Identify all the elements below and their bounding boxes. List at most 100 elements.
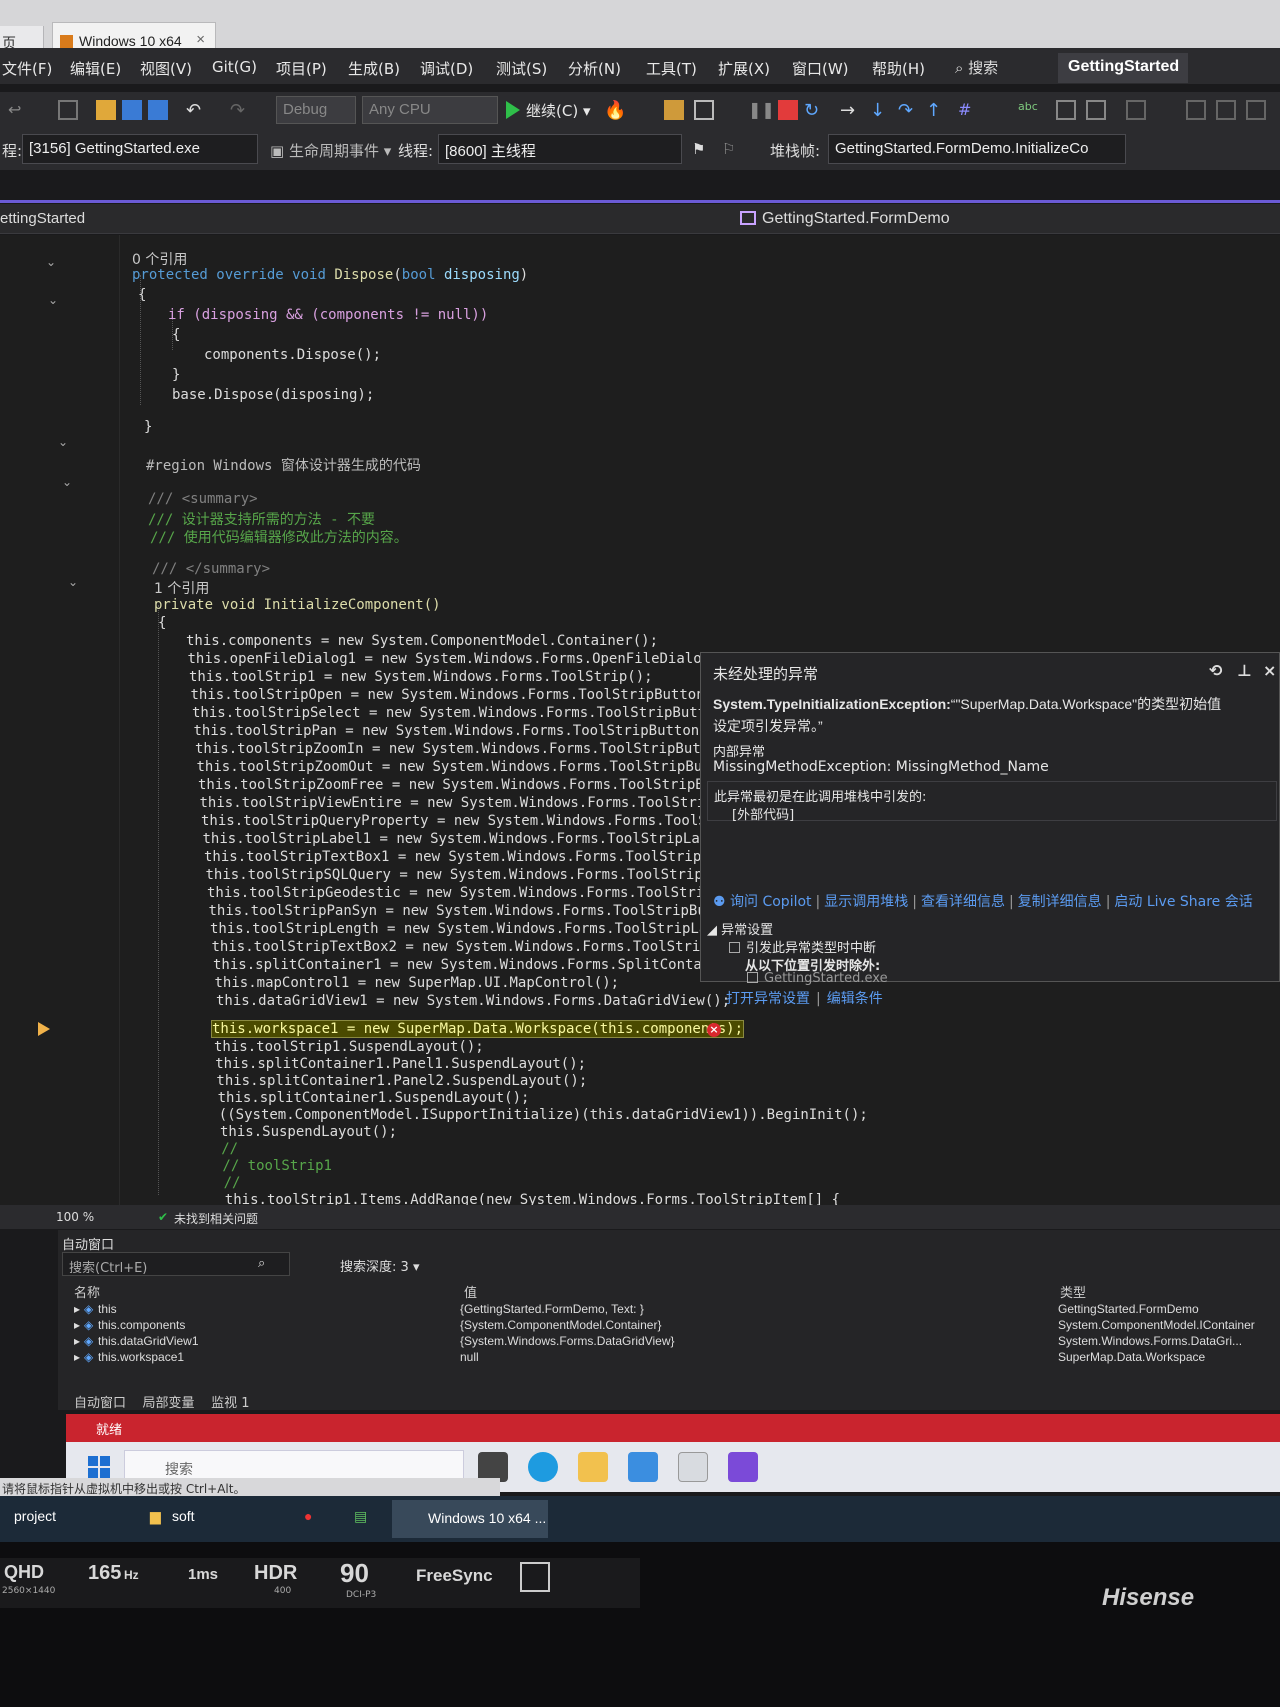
undo-icon[interactable]: ↶ — [186, 100, 206, 121]
windows-start-icon[interactable] — [88, 1456, 110, 1478]
view-details-link[interactable]: 查看详细信息 — [921, 894, 1005, 910]
continue-button[interactable]: 继续(C) ▾ — [506, 100, 591, 121]
bookmark-icon[interactable] — [1186, 100, 1206, 120]
menu-debug[interactable]: 调试(D) — [420, 58, 473, 79]
step-out-icon[interactable]: ↑ — [926, 100, 946, 121]
open-folder-icon[interactable] — [96, 100, 116, 120]
menu-extensions[interactable]: 扩展(X) — [718, 58, 770, 79]
close-icon[interactable]: × — [196, 31, 205, 48]
thread-select[interactable]: [8600] 主线程 — [438, 134, 682, 164]
codelens-references[interactable]: 0 个引用 — [132, 249, 187, 269]
tab-locals[interactable]: 局部变量 — [143, 1396, 195, 1411]
ask-copilot-link[interactable]: 询问 Copilot — [730, 894, 812, 910]
fold-toggle-icon[interactable]: ⌄ — [46, 255, 58, 269]
back-icon[interactable]: ↩ — [8, 100, 28, 120]
exception-settings-header[interactable]: ◢ 异常设置 — [707, 919, 773, 938]
break-when-thrown-checkbox[interactable]: 引发此异常类型时中断 — [729, 937, 876, 956]
restart-icon[interactable]: ↻ — [804, 100, 824, 121]
history-icon[interactable]: ⟲ — [1209, 661, 1222, 680]
hot-reload-icon[interactable]: 🔥 — [604, 100, 626, 121]
edit-conditions-link[interactable]: 编辑条件 — [827, 991, 883, 1007]
show-next-statement-icon[interactable]: → — [840, 100, 860, 121]
pause-icon[interactable]: ❚❚ — [748, 100, 775, 120]
issues-label[interactable]: 未找到相关问题 — [174, 1210, 258, 1227]
open-exception-settings-link[interactable]: 打开异常设置 — [726, 991, 810, 1007]
hex-display-icon[interactable]: # — [958, 100, 978, 120]
autos-row[interactable]: ▸ ◈ this {GettingStarted.FormDemo, Text: } G… — [58, 1302, 1258, 1318]
fold-toggle-icon[interactable]: ⌄ — [62, 475, 74, 489]
expand-icon[interactable]: ▸ — [74, 1318, 80, 1332]
menu-test[interactable]: 测试(S) — [496, 58, 547, 79]
stop-icon[interactable] — [778, 100, 798, 120]
save-icon[interactable] — [122, 100, 142, 120]
indent-icon[interactable] — [1086, 100, 1106, 120]
fold-toggle-icon[interactable]: ⌄ — [48, 293, 60, 307]
menu-file[interactable]: 文件(F) — [2, 58, 52, 79]
save-all-icon[interactable] — [148, 100, 168, 120]
live-share-link[interactable]: 启动 Live Share 会话 — [1114, 894, 1252, 910]
external-code-link[interactable]: [外部代码] — [732, 804, 794, 823]
zoom-select[interactable]: 100 % — [56, 1210, 94, 1224]
autos-row[interactable]: ▸ ◈ this.components {System.ComponentModel.… — [58, 1318, 1258, 1334]
search-depth-select[interactable]: 3 — [401, 1260, 409, 1275]
menu-build[interactable]: 生成(B) — [348, 58, 400, 79]
menu-tools[interactable]: 工具(T) — [646, 58, 697, 79]
file-explorer-icon[interactable] — [578, 1452, 608, 1482]
format-icon[interactable] — [1056, 100, 1076, 120]
pin-icon[interactable]: ⊥ — [1237, 661, 1252, 680]
store-icon[interactable] — [628, 1452, 658, 1482]
tab-autos[interactable]: 自动窗口 — [74, 1396, 126, 1411]
notepad-icon[interactable]: ▤ — [354, 1508, 367, 1525]
taskbar-vmware[interactable]: Windows 10 x64 ... — [392, 1500, 548, 1538]
solution-explorer-icon[interactable] — [58, 100, 78, 120]
stackframe-select[interactable]: GettingStarted.FormDemo.InitializeCo — [828, 134, 1126, 164]
autos-row[interactable]: ▸ ◈ this.workspace1 null SuperMap.Data.Works… — [58, 1350, 1258, 1366]
configuration-select[interactable]: Debug — [276, 96, 356, 124]
search-button[interactable]: ⌕ 搜索 — [955, 54, 1043, 80]
fold-toggle-icon[interactable]: ⌄ — [58, 435, 70, 449]
process-select[interactable]: [3156] GettingStarted.exe — [22, 134, 258, 164]
type-dropdown[interactable]: GettingStarted.FormDemo — [740, 210, 950, 228]
search-icon[interactable]: ⌕ — [258, 1256, 265, 1271]
menu-view[interactable]: 视图(V) — [140, 58, 192, 79]
mail-icon[interactable] — [678, 1452, 708, 1482]
column-name[interactable]: 名称 — [74, 1282, 100, 1301]
bookmark-next-icon[interactable] — [1246, 100, 1266, 120]
redo-icon[interactable]: ↷ — [230, 100, 250, 121]
project-dropdown[interactable]: ettingStarted — [0, 210, 85, 227]
spell-check-icon[interactable]: abc — [1018, 100, 1038, 120]
menu-edit[interactable]: 编辑(E) — [70, 58, 121, 79]
edge-icon[interactable] — [528, 1452, 558, 1482]
module-checkbox[interactable]: GettingStarted.exe — [747, 971, 888, 986]
taskbar-soft[interactable]: soft — [172, 1508, 195, 1524]
expand-icon[interactable]: ▸ — [74, 1350, 80, 1364]
platform-select[interactable]: Any CPU — [362, 96, 498, 124]
menu-analyze[interactable]: 分析(N) — [568, 58, 621, 79]
expand-icon[interactable]: ▸ — [74, 1334, 80, 1348]
codelens-references[interactable]: 1 个引用 — [154, 578, 209, 598]
close-icon[interactable]: × — [1263, 661, 1276, 680]
taskbar-project[interactable]: project — [14, 1508, 56, 1524]
copy-details-link[interactable]: 复制详细信息 — [1018, 894, 1102, 910]
flag-icon[interactable]: ⚑ — [692, 140, 705, 158]
diagnostics-icon[interactable] — [694, 100, 714, 120]
expand-icon[interactable]: ▸ — [74, 1302, 80, 1316]
menu-git[interactable]: Git(G) — [212, 58, 257, 76]
visual-studio-icon[interactable] — [728, 1452, 758, 1482]
column-type[interactable]: 类型 — [1060, 1282, 1086, 1301]
comment-icon[interactable] — [1126, 100, 1146, 120]
column-value[interactable]: 值 — [464, 1282, 477, 1301]
chrome-icon[interactable]: ● — [304, 1508, 312, 1524]
browse-icon[interactable] — [664, 100, 684, 120]
autos-row[interactable]: ▸ ◈ this.dataGridView1 {System.Windows.Form… — [58, 1334, 1258, 1350]
menu-window[interactable]: 窗口(W) — [792, 58, 849, 79]
menu-help[interactable]: 帮助(H) — [872, 58, 925, 79]
filter-icon[interactable]: ⚐ — [722, 140, 735, 158]
step-over-icon[interactable]: ↷ — [898, 100, 918, 121]
step-into-icon[interactable]: ↓ — [870, 100, 890, 121]
tab-watch-1[interactable]: 监视 1 — [211, 1396, 249, 1411]
lifecycle-events-button[interactable]: ▣ 生命周期事件 ▾ — [270, 140, 391, 161]
autos-search-input[interactable]: 搜索(Ctrl+E) — [62, 1252, 290, 1276]
menu-project[interactable]: 项目(P) — [276, 58, 327, 79]
fold-toggle-icon[interactable]: ⌄ — [68, 575, 80, 589]
